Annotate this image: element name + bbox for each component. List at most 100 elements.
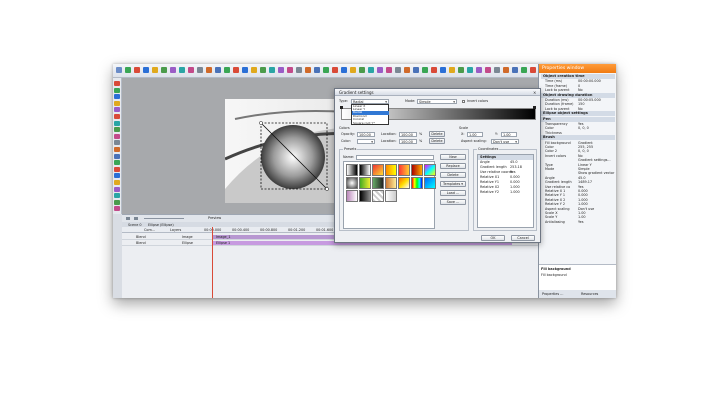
properties-section-header[interactable]: Object drawing duration (541, 92, 615, 98)
ok-button[interactable]: OK (481, 235, 505, 241)
toolbar-tool-icon[interactable] (485, 67, 491, 73)
settings-row[interactable]: Relative X1 0.000 (480, 175, 533, 179)
toolbar-tool-icon[interactable] (269, 67, 275, 73)
toolbar-tool-icon[interactable] (260, 67, 266, 73)
gradient-preset[interactable] (398, 177, 410, 189)
gradient-preset[interactable] (398, 164, 410, 176)
toolbar-tool-icon[interactable] (125, 67, 131, 73)
gradient-preset[interactable] (411, 164, 423, 176)
toolbar-tool-icon[interactable] (341, 67, 347, 73)
palette-tool-icon[interactable] (114, 173, 120, 179)
toolbar-tool-icon[interactable] (206, 67, 212, 73)
color-picker[interactable]: ▾ (357, 138, 375, 144)
preset-button[interactable]: Save ... (440, 199, 466, 205)
palette-tool-icon[interactable] (114, 114, 120, 119)
toolbar-tool-icon[interactable] (512, 67, 518, 73)
properties-section-header[interactable]: Ellipse object settings (541, 111, 615, 117)
palette-tool-icon[interactable] (114, 107, 120, 113)
delete-stop-button[interactable]: Delete (429, 131, 445, 137)
toolbar-tool-icon[interactable] (377, 67, 383, 73)
palette-tool-icon[interactable] (114, 120, 120, 126)
gradient-preset[interactable] (359, 177, 371, 189)
gradient-preset[interactable] (346, 190, 358, 202)
tab-scene[interactable]: Scene 0 (128, 223, 142, 227)
tab-resources[interactable]: Resources (581, 292, 598, 296)
properties-section-header[interactable]: Brush (541, 135, 615, 141)
preset-button[interactable]: Load ... (440, 190, 466, 196)
settings-row[interactable]: Gradient length 253.18 (480, 165, 533, 169)
palette-tool-icon[interactable] (114, 186, 120, 192)
gradient-stop-end[interactable] (533, 106, 536, 109)
palette-tool-icon[interactable] (114, 133, 120, 139)
toolbar-tool-icon[interactable] (161, 67, 167, 73)
palette-tool-icon[interactable] (114, 87, 120, 93)
settings-row[interactable]: Relative Y1 0.000 (480, 180, 533, 184)
toolbar-tool-icon[interactable] (296, 67, 302, 73)
toolbar-tool-icon[interactable] (233, 67, 239, 73)
toolbar-tool-icon[interactable] (332, 67, 338, 73)
gradient-preset[interactable] (359, 164, 371, 176)
toolbar-tool-icon[interactable] (467, 67, 473, 73)
toolbar-tool-icon[interactable] (242, 67, 248, 73)
settings-row[interactable]: Relative Y2 1.000 (480, 190, 533, 194)
stop-icon[interactable] (134, 217, 138, 220)
toolbar-tool-icon[interactable] (494, 67, 500, 73)
close-icon[interactable]: × (533, 90, 537, 95)
toolbar-tool-icon[interactable] (503, 67, 509, 73)
toolbar-tool-icon[interactable] (458, 67, 464, 73)
gradient-preset[interactable] (359, 190, 371, 202)
gradient-preset[interactable] (411, 177, 423, 189)
palette-tool-icon[interactable] (114, 166, 120, 172)
toolbar-tool-icon[interactable] (215, 67, 221, 73)
palette-tool-icon[interactable] (114, 153, 120, 159)
properties-section-header[interactable]: Object creation time (541, 74, 615, 79)
scale-y-input[interactable]: 1.00 (501, 131, 517, 137)
settings-row[interactable]: Use relative coords Yes (480, 170, 533, 174)
zoom-slider[interactable] (144, 218, 184, 219)
palette-tool-icon[interactable] (114, 81, 120, 86)
toolbar-tool-icon[interactable] (368, 67, 374, 73)
gradient-preset[interactable] (424, 177, 436, 189)
tab-properties[interactable]: Properties ... (542, 292, 563, 296)
tab-ellipse[interactable]: Ellipse (Ellipse) (148, 223, 174, 227)
preset-button[interactable]: New (440, 154, 466, 160)
palette-tool-icon[interactable] (114, 160, 120, 166)
toolbar-tool-icon[interactable] (395, 67, 401, 73)
toolbar-tool-icon[interactable] (449, 67, 455, 73)
palette-tool-icon[interactable] (114, 100, 120, 106)
opacity-input[interactable]: 100.00 (357, 131, 375, 137)
toolbar-tool-icon[interactable] (116, 67, 122, 73)
mode-select[interactable]: Simple ▾ (417, 98, 457, 104)
preset-name-input[interactable] (356, 154, 434, 160)
property-row[interactable]: Antialiasing Yes (545, 220, 615, 224)
toolbar-tool-icon[interactable] (134, 67, 140, 73)
location-input-2[interactable]: 100.00 (399, 138, 417, 144)
gradient-preset[interactable] (372, 177, 384, 189)
type-option[interactable]: Square root Y* (352, 121, 389, 125)
scale-x-input[interactable]: 1.00 (467, 131, 483, 137)
play-icon[interactable] (126, 217, 130, 220)
toolbar-tool-icon[interactable] (530, 67, 536, 73)
palette-tool-icon[interactable] (114, 140, 120, 146)
toolbar-tool-icon[interactable] (188, 67, 194, 73)
palette-tool-icon[interactable] (114, 199, 120, 205)
toolbar-tool-icon[interactable] (413, 67, 419, 73)
palette-tool-icon[interactable] (114, 206, 120, 212)
toolbar-tool-icon[interactable] (359, 67, 365, 73)
toolbar-tool-icon[interactable] (224, 67, 230, 73)
toolbar-tool-icon[interactable] (179, 67, 185, 73)
toolbar-tool-icon[interactable] (323, 67, 329, 73)
invert-checkbox[interactable] (462, 99, 465, 103)
palette-tool-icon[interactable] (114, 180, 120, 185)
gradient-preset[interactable] (346, 177, 358, 189)
preset-button[interactable]: Templates ▾ (440, 181, 466, 187)
toolbar-tool-icon[interactable] (431, 67, 437, 73)
cancel-button[interactable]: Cancel (511, 235, 535, 241)
palette-tool-icon[interactable] (114, 147, 120, 152)
palette-tool-icon[interactable] (114, 193, 120, 199)
settings-row[interactable]: Angle 45.0 (480, 160, 533, 164)
toolbar-tool-icon[interactable] (476, 67, 482, 73)
location-input[interactable]: 100.00 (399, 131, 417, 137)
toolbar-tool-icon[interactable] (440, 67, 446, 73)
gradient-preset[interactable] (424, 164, 436, 176)
